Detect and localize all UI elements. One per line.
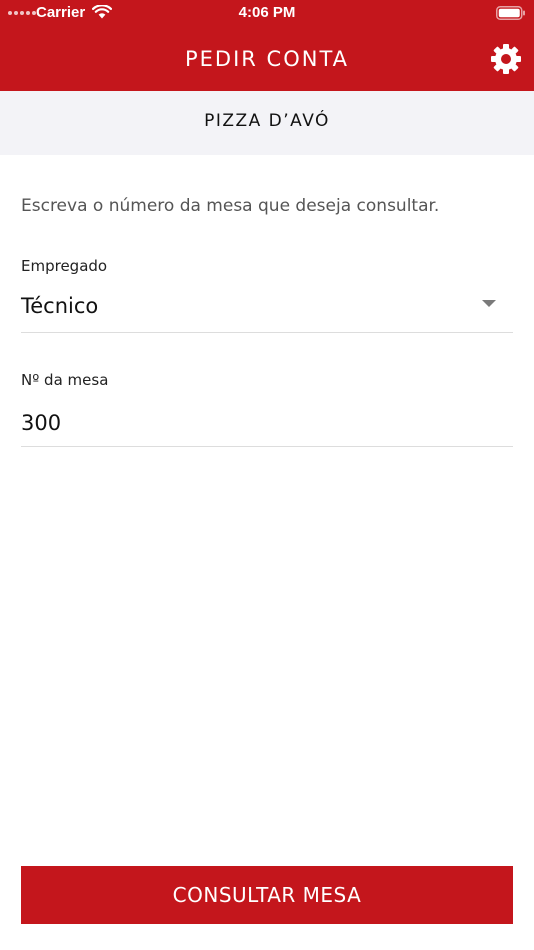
- page-title: PEDIR CONTA: [184, 47, 350, 71]
- employee-select[interactable]: Técnico: [21, 282, 513, 333]
- app-header: Carrier 4:06 PM PEDIR CONTA: [0, 0, 534, 91]
- employee-label: Empregado: [21, 257, 108, 275]
- restaurant-name: PIZZA D’AVÓ: [204, 111, 330, 131]
- gear-icon[interactable]: [490, 43, 522, 75]
- table-number-label: Nº da mesa: [21, 371, 109, 389]
- restaurant-bar: PIZZA D’AVÓ: [0, 91, 534, 155]
- status-bar: Carrier 4:06 PM: [0, 0, 534, 26]
- chevron-down-icon: [482, 300, 496, 307]
- battery-icon: [496, 6, 525, 20]
- employee-value: Técnico: [21, 294, 99, 318]
- consult-table-button[interactable]: CONSULTAR MESA: [21, 866, 513, 924]
- clock: 4:06 PM: [238, 4, 296, 21]
- instructions-text: Escreva o número da mesa que deseja cons…: [21, 196, 440, 216]
- table-number-input[interactable]: [21, 400, 513, 447]
